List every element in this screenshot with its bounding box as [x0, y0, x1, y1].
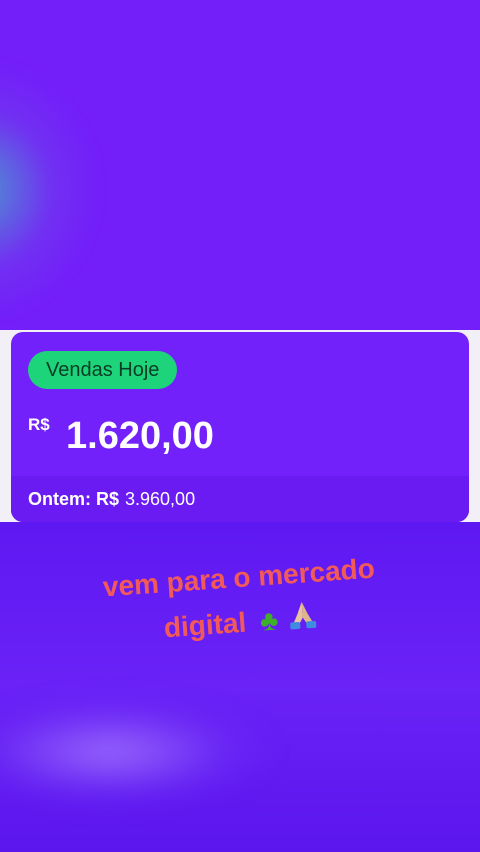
four-leaf-clover-icon: ♣ [258, 604, 280, 637]
yesterday-amount: 3.960,00 [125, 488, 196, 509]
sales-card: Vendas Hoje R$ 1.620,00 Ontem: R$ 3.960,… [11, 332, 469, 522]
yesterday-row: Ontem: R$ 3.960,00 [11, 476, 469, 522]
sales-today-badge: Vendas Hoje [28, 351, 178, 389]
top-glow [0, 60, 100, 320]
yesterday-label: Ontem: R$ [28, 488, 120, 509]
caption-line-2-text: digital [162, 606, 248, 644]
folded-hands-icon [285, 597, 321, 630]
sales-amount: 1.620,00 [66, 415, 214, 457]
bottom-glow [0, 692, 280, 812]
currency-symbol: R$ [28, 415, 50, 434]
top-background [0, 0, 480, 330]
